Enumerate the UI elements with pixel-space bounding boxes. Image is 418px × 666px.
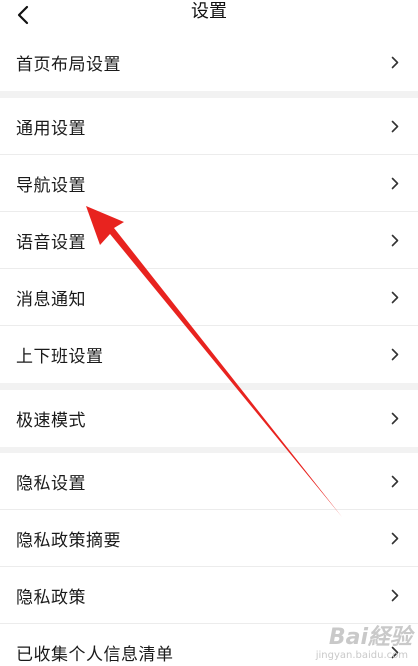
settings-group-layout: 首页布局设置 bbox=[0, 34, 418, 91]
chevron-right-icon bbox=[391, 176, 401, 190]
settings-item-label: 隐私政策 bbox=[16, 587, 86, 608]
settings-item-navigation[interactable]: 导航设置 bbox=[0, 155, 418, 212]
chevron-right-icon bbox=[391, 348, 401, 362]
settings-item-home-layout[interactable]: 首页布局设置 bbox=[0, 34, 418, 91]
settings-item-commute[interactable]: 上下班设置 bbox=[0, 326, 418, 383]
settings-group-speed: 极速模式 bbox=[0, 390, 418, 447]
settings-item-label: 语音设置 bbox=[16, 232, 86, 253]
chevron-right-icon bbox=[391, 233, 401, 247]
settings-item-voice[interactable]: 语音设置 bbox=[0, 212, 418, 269]
settings-group-privacy: 隐私设置 隐私政策摘要 隐私政策 已收集个人信息清单 bbox=[0, 453, 418, 666]
settings-item-label: 极速模式 bbox=[16, 411, 86, 431]
chevron-right-icon bbox=[391, 588, 401, 602]
settings-item-label: 已收集个人信息清单 bbox=[16, 645, 174, 665]
settings-item-general[interactable]: 通用设置 bbox=[0, 98, 418, 155]
page-title: 设置 bbox=[191, 1, 227, 22]
settings-item-privacy-summary[interactable]: 隐私政策摘要 bbox=[0, 510, 418, 567]
settings-group-general: 通用设置 导航设置 语音设置 消息通知 上下班设置 bbox=[0, 98, 418, 383]
settings-page: 设置 首页布局设置 通用设置 导航设置 语音设置 消息通知 上下班设置 极速模式… bbox=[0, 0, 418, 666]
settings-item-label: 隐私设置 bbox=[16, 473, 86, 494]
settings-item-label: 隐私政策摘要 bbox=[16, 530, 121, 551]
chevron-right-icon bbox=[391, 290, 401, 304]
settings-item-speed-mode[interactable]: 极速模式 bbox=[0, 390, 418, 447]
settings-item-label: 上下班设置 bbox=[16, 347, 104, 367]
header-bar: 设置 bbox=[0, 0, 418, 34]
settings-item-label: 消息通知 bbox=[16, 289, 86, 310]
settings-item-label: 首页布局设置 bbox=[16, 55, 121, 75]
chevron-right-icon bbox=[391, 531, 401, 545]
chevron-right-icon bbox=[391, 56, 401, 70]
settings-item-privacy-policy[interactable]: 隐私政策 bbox=[0, 567, 418, 624]
settings-item-privacy-settings[interactable]: 隐私设置 bbox=[0, 453, 418, 510]
chevron-right-icon bbox=[391, 646, 401, 660]
chevron-right-icon bbox=[391, 474, 401, 488]
chevron-right-icon bbox=[391, 412, 401, 426]
settings-item-label: 通用设置 bbox=[16, 118, 86, 139]
settings-item-collected-info[interactable]: 已收集个人信息清单 bbox=[0, 624, 418, 666]
settings-item-label: 导航设置 bbox=[16, 175, 86, 196]
chevron-right-icon bbox=[391, 119, 401, 133]
settings-item-notifications[interactable]: 消息通知 bbox=[0, 269, 418, 326]
